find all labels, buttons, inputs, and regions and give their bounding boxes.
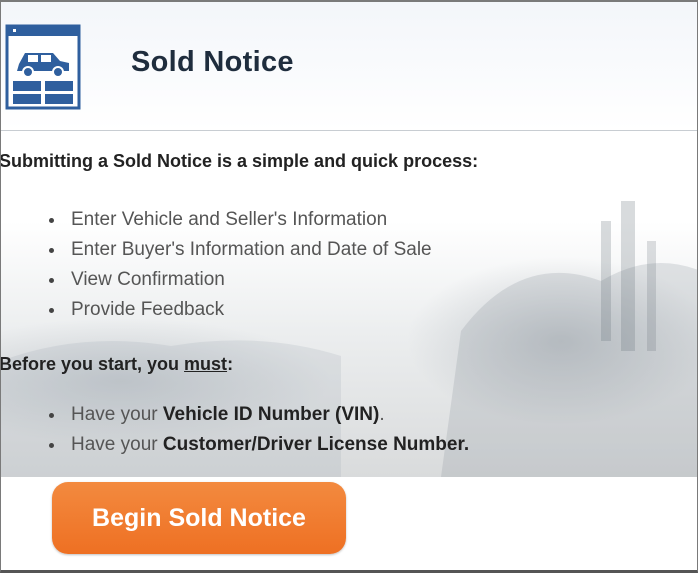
requirement-suffix: .: [379, 404, 385, 425]
list-item: Enter Vehicle and Seller's Information: [47, 205, 432, 235]
list-item: View Confirmation: [47, 265, 432, 295]
process-steps-list: Enter Vehicle and Seller's Information E…: [47, 205, 432, 325]
page-title: Sold Notice: [131, 46, 294, 78]
requirements-heading: Before you start, you must:: [0, 354, 234, 375]
panel-header: Sold Notice: [1, 2, 697, 131]
requirement-prefix: Have your: [71, 404, 163, 425]
panel-body: Submitting a Sold Notice is a simple and…: [1, 131, 697, 477]
intro-text: Submitting a Sold Notice is a simple and…: [0, 151, 479, 171]
begin-sold-notice-button[interactable]: Begin Sold Notice: [52, 482, 346, 554]
requirement-prefix: Have your: [71, 434, 163, 455]
requirement-license: Customer/Driver License Number.: [162, 434, 470, 455]
requirements-heading-lead: Before you start, you: [0, 354, 185, 374]
requirements-list: Have your Vehicle ID Number (VIN). Have …: [47, 400, 469, 460]
list-item: Have your Customer/Driver License Number…: [47, 430, 469, 460]
requirement-vin: Vehicle ID Number (VIN): [162, 404, 380, 425]
list-item: Enter Buyer's Information and Date of Sa…: [47, 235, 432, 265]
list-item: Provide Feedback: [47, 295, 432, 325]
requirements-heading-must: must: [184, 354, 228, 374]
vehicle-form-icon: [5, 24, 81, 110]
list-item: Have your Vehicle ID Number (VIN).: [47, 400, 469, 430]
sold-notice-panel: Sold Notice Submitting a Sold Notice is …: [0, 0, 698, 573]
requirements-heading-colon: :: [227, 354, 234, 374]
